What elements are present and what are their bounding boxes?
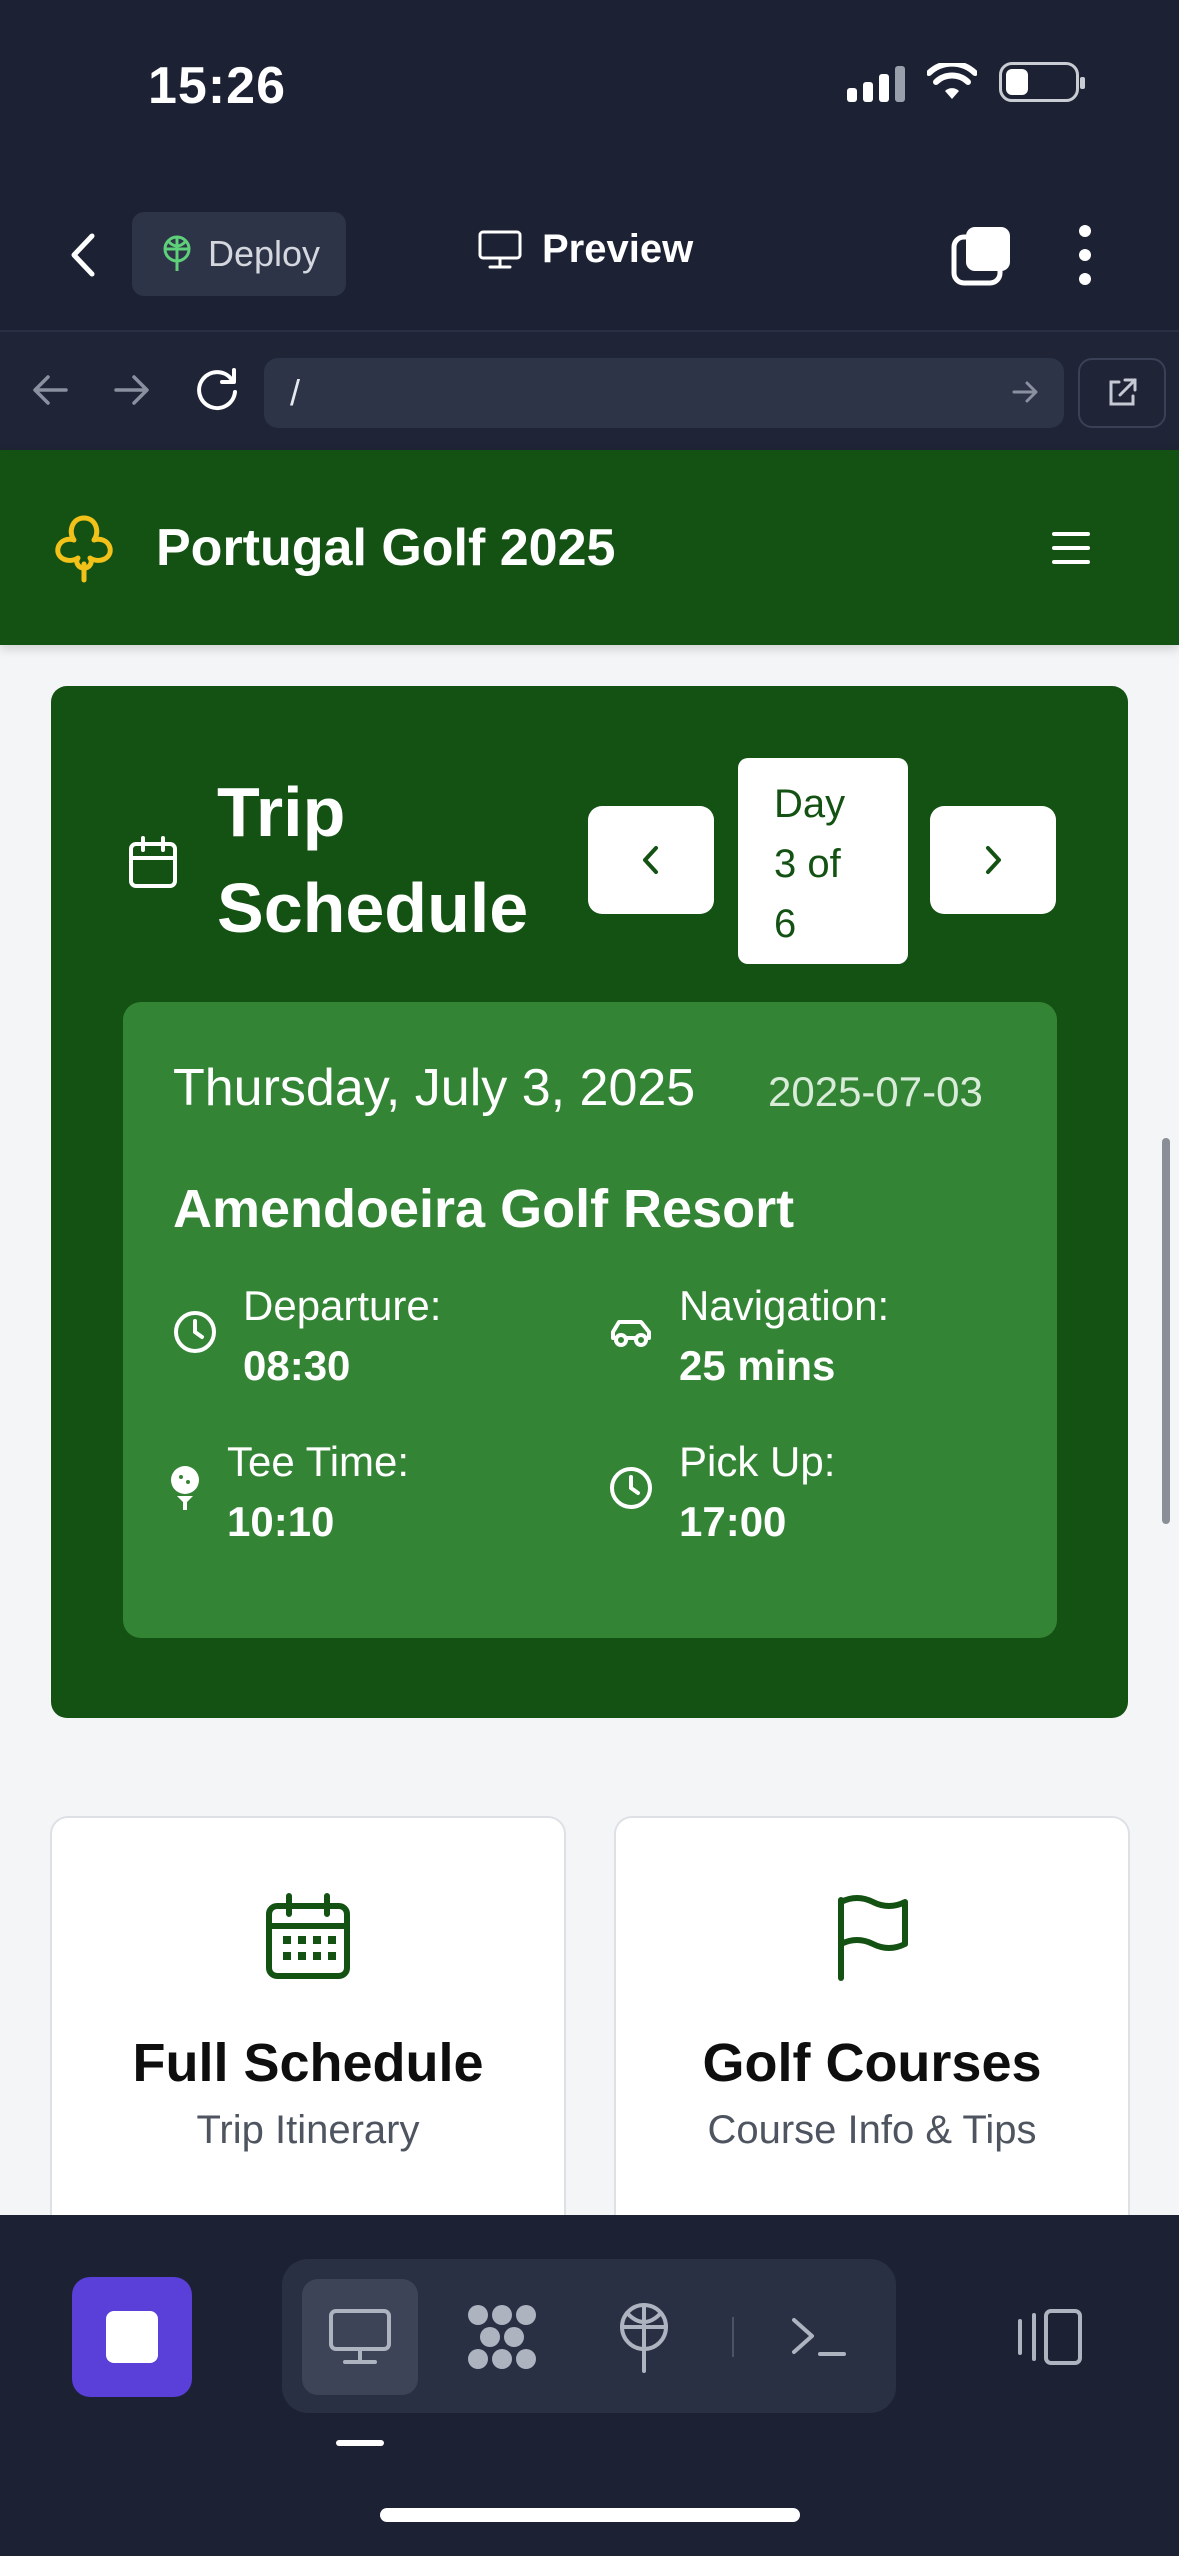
day-indicator-line: 6 [774,902,797,946]
url-bar-row [0,330,1179,450]
deploy-button[interactable]: Deploy [132,212,346,296]
stop-button[interactable] [72,2277,192,2397]
departure-detail: Departure: 08:30 [243,1276,441,1396]
chevron-right-icon [986,846,1001,874]
flag-icon [838,1895,908,1981]
day-details-panel: Thursday, July 3, 2025 2025-07-03 Amendo… [123,1002,1057,1638]
scrollbar-thumb[interactable] [1162,1138,1170,1524]
home-indicator [380,2508,800,2522]
url-input[interactable] [264,358,1064,428]
deploy-icon [163,235,191,271]
departure-value: 08:30 [243,1342,351,1389]
tile-subtitle: Trip Itinerary [196,2108,420,2152]
monitor-icon [329,2309,391,2364]
back-chevron-icon[interactable] [60,230,110,280]
app-header: Portugal Golf 2025 [0,450,1179,645]
hamburger-menu-icon[interactable] [1052,532,1090,564]
status-time: 15:26 [148,57,286,115]
trip-schedule-card: Trip Schedule Day 3 of 6 Thursday, July … [51,686,1128,1718]
divider [732,2317,734,2357]
navigation-detail: Navigation: 25 mins [679,1276,889,1396]
nav-forward-icon[interactable] [110,368,154,412]
full-schedule-tile[interactable]: Full Schedule Trip Itinerary [50,1816,566,2215]
page-content: Trip Schedule Day 3 of 6 Thursday, July … [0,645,1179,2215]
nav-back-icon[interactable] [28,368,72,412]
day-date-iso: 2025-07-03 [768,1068,983,1115]
deploy-view-button[interactable] [586,2279,702,2395]
schedule-title: Trip Schedule [217,773,529,947]
cellular-signal-icon [847,62,905,102]
clover-logo-icon [55,515,113,583]
car-icon [611,1320,651,1347]
course-name: Amendoeira Golf Resort [173,1179,795,1239]
app-screen: 15:26 Deploy Preview / Portugal Golf 202… [0,0,1179,2556]
preview-tab[interactable]: Preview [478,227,693,272]
golf-courses-tile[interactable]: Golf Courses Course Info & Tips [614,1816,1130,2215]
wifi-icon [927,63,977,99]
workflow-view-button[interactable] [444,2279,560,2395]
navigation-label: Navigation: [679,1282,890,1329]
clock-icon [610,1467,652,1509]
tee-time-detail: Tee Time: 10:10 [227,1432,409,1552]
active-view-indicator [336,2440,384,2446]
calendar-grid-icon [266,1893,350,1979]
external-link-icon [1109,378,1137,406]
battery-icon [999,62,1085,102]
stop-icon [106,2311,158,2363]
pickup-label: Pick Up: [679,1438,836,1485]
open-external-button[interactable] [1078,358,1166,428]
more-options-icon[interactable] [1075,225,1095,285]
panel-toggle-icon[interactable] [1012,2307,1084,2367]
go-arrow-icon[interactable] [1010,376,1042,408]
tile-subtitle: Course Info & Tips [707,2108,1037,2152]
day-date: Thursday, July 3, 2025 [173,1059,696,1117]
day-indicator-line: Day [774,782,846,826]
clock-icon [174,1311,216,1353]
status-icons [847,62,1085,102]
nodes-icon [468,2305,536,2369]
deploy-label: Deploy [208,233,321,274]
terminal-icon [792,2318,846,2356]
tee-time-label: Tee Time: [227,1438,410,1485]
navigation-value: 25 mins [679,1342,836,1389]
monitor-icon [478,230,522,268]
preview-view-button[interactable] [302,2279,418,2395]
calendar-icon [129,836,177,888]
previous-day-button[interactable] [588,806,714,914]
tile-title: Golf Courses [702,2033,1042,2093]
departure-label: Departure: [243,1282,442,1329]
next-day-button[interactable] [930,806,1056,914]
chevron-left-icon [643,846,658,874]
view-switcher [282,2259,896,2413]
reload-icon[interactable] [192,364,242,414]
bottom-toolbar [0,2215,1179,2556]
editor-toolbar: Deploy Preview [0,205,1179,305]
golf-ball-tee-icon [171,1466,199,1510]
pickup-detail: Pick Up: 17:00 [679,1432,835,1552]
browser-chrome: 15:26 Deploy Preview / [0,0,1179,450]
day-indicator: Day 3 of 6 [738,758,908,964]
app-title: Portugal Golf 2025 [156,519,616,577]
deploy-icon [620,2303,668,2373]
terminal-view-button[interactable] [760,2279,876,2395]
preview-label: Preview [542,227,694,271]
pickup-value: 17:00 [679,1498,787,1545]
tile-title: Full Schedule [132,2033,484,2093]
tabs-switcher-icon[interactable] [950,223,1014,287]
day-indicator-line: 3 of [774,842,841,886]
tee-time-value: 10:10 [227,1498,335,1545]
